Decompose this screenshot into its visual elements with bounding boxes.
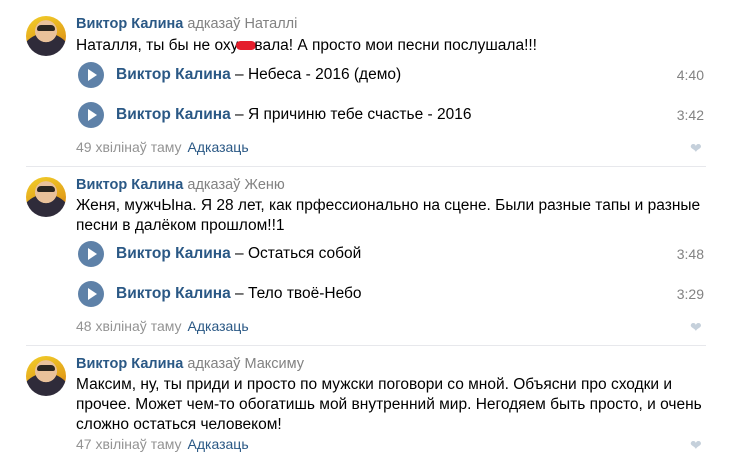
comment-text: Наталля, ты бы не оху вала! А просто мои … xyxy=(76,37,537,54)
play-icon[interactable] xyxy=(78,62,104,88)
track-duration: 3:48 xyxy=(676,246,704,262)
divider xyxy=(26,166,706,167)
audio-track[interactable]: Виктор Калина – Я причиню тебе счастье -… xyxy=(76,102,704,132)
track-title[interactable]: Остаться собой xyxy=(248,245,361,262)
track-info: Виктор Калина – Я причиню тебе счастье -… xyxy=(116,106,472,123)
track-artist[interactable]: Виктор Калина xyxy=(116,106,231,123)
track-artist[interactable]: Виктор Калина xyxy=(116,245,231,262)
heart-icon[interactable]: ❤ xyxy=(690,438,704,452)
avatar[interactable] xyxy=(26,16,66,56)
comment-meta: 47 хвілінаў таму Адказаць xyxy=(76,436,249,452)
track-duration: 3:42 xyxy=(676,107,704,123)
replied-to-link[interactable]: адказаў Жeню xyxy=(187,177,284,193)
avatar[interactable] xyxy=(26,356,66,396)
play-icon[interactable] xyxy=(78,281,104,307)
track-title[interactable]: Тело твоё-Небо xyxy=(248,285,362,302)
reply-button[interactable]: Адказаць xyxy=(188,318,249,334)
track-info: Виктор Калина – Небеса - 2016 (демо) xyxy=(116,66,402,83)
track-title[interactable]: Небеса - 2016 (демо) xyxy=(248,66,401,83)
heart-icon[interactable]: ❤ xyxy=(690,141,704,155)
audio-track[interactable]: Виктор Калина – Остаться собой 3:48 xyxy=(76,241,704,271)
author-link[interactable]: Виктор Калина xyxy=(76,16,183,32)
reply-button[interactable]: Адказаць xyxy=(188,436,249,452)
comment-time[interactable]: 49 хвілінаў таму xyxy=(76,139,182,155)
comment-header: Виктор Калина адказаў Наталлі xyxy=(76,16,297,32)
track-duration: 4:40 xyxy=(676,67,704,83)
author-link[interactable]: Виктор Калина xyxy=(76,356,183,372)
replied-to-link[interactable]: адказаў Максиму xyxy=(187,356,304,372)
track-duration: 3:29 xyxy=(676,286,704,302)
play-icon[interactable] xyxy=(78,241,104,267)
reply-button[interactable]: Адказаць xyxy=(188,139,249,155)
heart-icon[interactable]: ❤ xyxy=(690,320,704,334)
comment-text: Женя, мужчЫна. Я 28 лет, как прфессионал… xyxy=(76,197,701,234)
comment-header: Виктор Калина адказаў Жeню xyxy=(76,177,285,193)
play-icon[interactable] xyxy=(78,102,104,128)
divider xyxy=(26,345,706,346)
track-artist[interactable]: Виктор Калина xyxy=(116,285,231,302)
audio-track[interactable]: Виктор Калина – Тело твоё-Небо 3:29 xyxy=(76,281,704,311)
comment-meta: 49 хвілінаў таму Адказаць xyxy=(76,139,249,155)
comment-time[interactable]: 47 хвілінаў таму xyxy=(76,436,182,452)
track-info: Виктор Калина – Тело твоё-Небо xyxy=(116,285,362,302)
author-link[interactable]: Виктор Калина xyxy=(76,177,183,193)
audio-track[interactable]: Виктор Калина – Небеса - 2016 (демо) 4:4… xyxy=(76,62,704,92)
comment-time[interactable]: 48 хвілінаў таму xyxy=(76,318,182,334)
comment-text: Максим, ну, ты приди и просто по мужски … xyxy=(76,376,702,433)
replied-to-link[interactable]: адказаў Наталлі xyxy=(187,16,297,32)
comment-meta: 48 хвілінаў таму Адказаць xyxy=(76,318,249,334)
track-info: Виктор Калина – Остаться собой xyxy=(116,245,362,262)
track-artist[interactable]: Виктор Калина xyxy=(116,66,231,83)
avatar[interactable] xyxy=(26,177,66,217)
comment-header: Виктор Калина адказаў Максиму xyxy=(76,356,304,372)
track-title[interactable]: Я причиню тебе счастье - 2016 xyxy=(248,106,471,123)
